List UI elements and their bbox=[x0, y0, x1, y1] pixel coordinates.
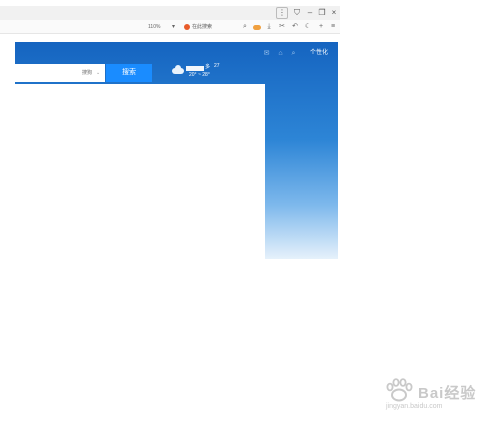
search-hint-label: 在此搜索 bbox=[192, 24, 213, 30]
close-button[interactable]: × bbox=[328, 7, 340, 19]
menu-icon[interactable]: ≡ bbox=[328, 21, 338, 33]
zoom-control[interactable]: 110% ▾ bbox=[148, 21, 175, 33]
search-engine-icon bbox=[184, 23, 190, 30]
paw-logo-icon bbox=[386, 378, 413, 402]
night-mode-icon[interactable]: ☾ bbox=[303, 21, 313, 33]
zoom-level: 110% bbox=[148, 24, 161, 30]
cloud-sync-icon[interactable] bbox=[252, 21, 262, 33]
personalize-link[interactable]: 个性化 bbox=[310, 49, 328, 58]
watermark-brand: Bai经验 bbox=[418, 385, 477, 402]
browser-menu-button[interactable]: ⋮ bbox=[276, 7, 288, 19]
search-engine-label: 搜狗 bbox=[82, 70, 93, 76]
search-icon[interactable]: ⌕ bbox=[289, 49, 298, 58]
baidu-jingyan-watermark: Bai经验 jingyan.baidu.com bbox=[382, 378, 482, 412]
cut-icon[interactable]: ✂ bbox=[277, 21, 287, 33]
mail-icon[interactable]: ✉ bbox=[262, 49, 271, 58]
address-search-hint[interactable]: 在此搜索 bbox=[184, 21, 212, 33]
download-icon[interactable]: ⤓ bbox=[264, 21, 274, 33]
weather-city[interactable] bbox=[186, 66, 204, 71]
undo-icon[interactable]: ↶ bbox=[290, 21, 300, 33]
browser-title-bar bbox=[0, 6, 340, 20]
restore-button[interactable]: ❐ bbox=[316, 7, 328, 19]
watermark-url: jingyan.baidu.com bbox=[386, 403, 443, 410]
content-panel bbox=[15, 84, 265, 259]
shield-icon[interactable]: ⛉ bbox=[291, 7, 303, 19]
search-engine-select[interactable]: 搜狗 ⌄ bbox=[82, 64, 100, 82]
weather-temperature: 20° ~ 28° bbox=[189, 72, 210, 78]
minimize-button[interactable]: – bbox=[304, 7, 316, 19]
search-button[interactable]: 搜索 bbox=[106, 64, 152, 82]
weather-aqi: 27 bbox=[214, 63, 220, 69]
add-icon[interactable]: + bbox=[316, 21, 326, 33]
browser-toolbar bbox=[0, 20, 340, 34]
search-icon[interactable]: ⌕ bbox=[240, 21, 250, 33]
chevron-down-icon: ⌄ bbox=[96, 70, 101, 76]
chevron-down-icon: ▾ bbox=[172, 24, 176, 30]
weather-condition: 多 bbox=[205, 64, 211, 70]
cloud-icon bbox=[172, 65, 184, 74]
skin-icon[interactable]: ⌂ bbox=[276, 49, 285, 58]
